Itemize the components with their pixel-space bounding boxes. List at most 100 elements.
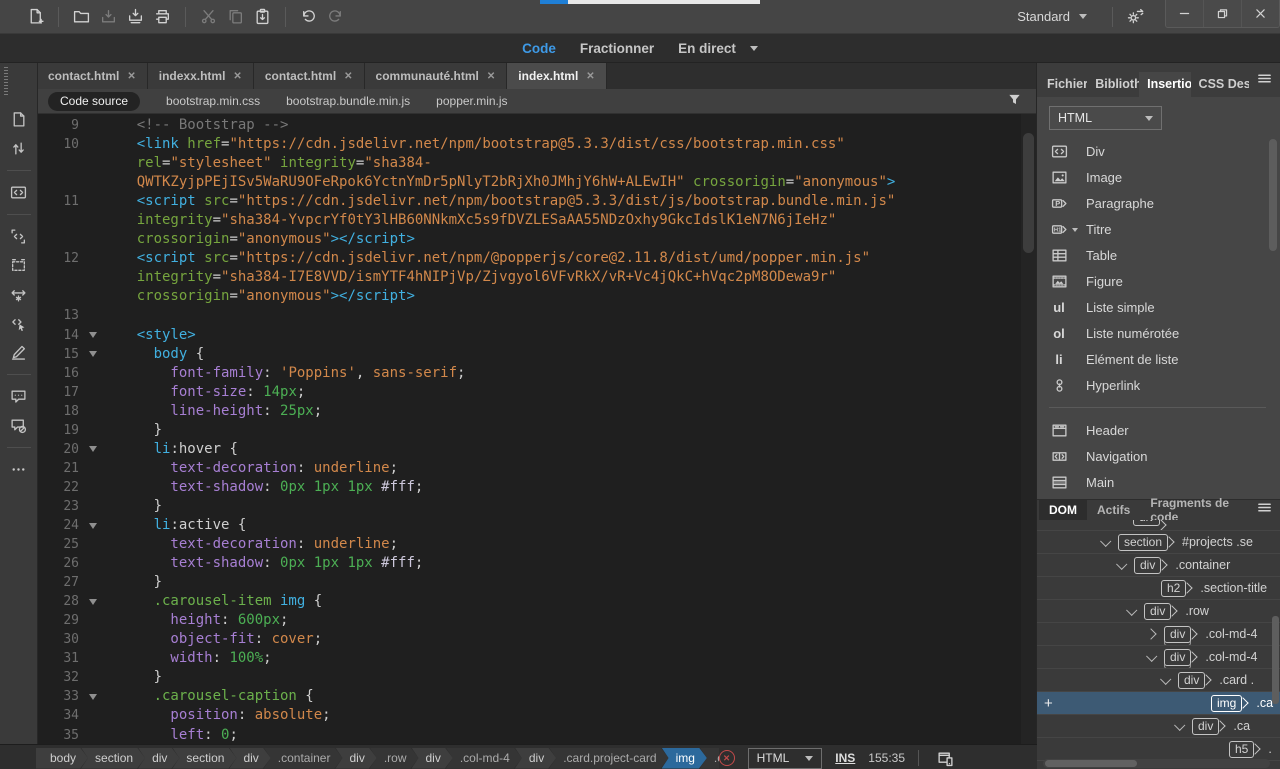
code-line[interactable]: rel="stylesheet" integrity="sha384- [37, 154, 1021, 173]
dom-node-img[interactable]: +img.ca [1037, 692, 1280, 715]
restore-icon[interactable] [1203, 0, 1241, 27]
insert-item-header[interactable]: Header [1049, 417, 1280, 443]
workspace-switcher[interactable]: Standard [1001, 0, 1103, 33]
code-line[interactable]: 24 li:active { [37, 516, 1021, 535]
view-mode-fractionner[interactable]: Fractionner [580, 41, 654, 56]
insert-item-title[interactable]: H1Titre [1049, 216, 1280, 242]
tag-selector-col-md-4[interactable]: .col-md-4 [446, 748, 522, 769]
dom-node-section[interactable]: section#projects .se [1037, 531, 1280, 554]
insert-item-hyperlink[interactable]: Hyperlink [1049, 372, 1280, 398]
code-view-icon[interactable] [4, 179, 34, 206]
insert-item-table[interactable]: Table [1049, 242, 1280, 268]
dom-node-div[interactable]: div.container [1037, 554, 1280, 577]
insert-item-navigation[interactable]: Navigation [1049, 443, 1280, 469]
code-line[interactable]: 18 line-height: 25px; [37, 402, 1021, 421]
panel-menu-icon[interactable] [1249, 65, 1280, 97]
editor-scrollbar-thumb[interactable] [1023, 133, 1034, 253]
save-all-icon[interactable] [122, 4, 149, 30]
dom-node-div[interactable]: div.col-md-4 [1037, 646, 1280, 669]
collapse-icon[interactable] [1174, 720, 1185, 731]
collapse-icon[interactable] [1116, 559, 1127, 570]
device-preview-icon[interactable] [932, 745, 959, 769]
insert-item-clipped[interactable] [1049, 495, 1280, 499]
code-line[interactable]: 16 font-family: 'Poppins', sans-serif; [37, 364, 1021, 383]
code-line[interactable]: 28 .carousel-item img { [37, 592, 1021, 611]
insert-item-main[interactable]: Main [1049, 469, 1280, 495]
code-line[interactable]: 11 <script src="https://cdn.jsdelivr.net… [37, 192, 1021, 211]
dom-node-h5[interactable]: h5. [1037, 738, 1280, 761]
close-tab-icon[interactable]: ✕ [127, 71, 135, 82]
insert-item-div[interactable]: Div [1049, 138, 1280, 164]
insert-item-ol[interactable]: olListe numérotée [1049, 320, 1280, 346]
go-to-code-icon[interactable] [4, 310, 34, 337]
related-file[interactable]: popper.min.js [436, 94, 507, 108]
upload-download-icon[interactable] [4, 135, 34, 162]
code-line[interactable]: 20 li:hover { [37, 440, 1021, 459]
more-tools-icon[interactable] [4, 456, 34, 483]
dom-node-div[interactable]: div [1037, 520, 1280, 531]
minimize-icon[interactable] [1166, 0, 1203, 27]
code-line[interactable]: 25 text-decoration: underline; [37, 535, 1021, 554]
dom-panel-tab-dom[interactable]: DOM [1039, 500, 1087, 520]
toolbar-grip[interactable] [4, 67, 8, 95]
code-line[interactable]: 10 <link href="https://cdn.jsdelivr.net/… [37, 135, 1021, 154]
sync-settings-icon[interactable] [1122, 4, 1149, 30]
collapse-icon[interactable] [1160, 674, 1171, 685]
collapse-icon[interactable] [1126, 605, 1137, 616]
cut-icon[interactable] [195, 4, 222, 30]
code-editor[interactable]: 9 <!-- Bootstrap -->10 <link href="https… [37, 114, 1036, 745]
code-fold-icon[interactable] [83, 326, 103, 345]
insert-item-figure[interactable]: Figure [1049, 268, 1280, 294]
close-icon[interactable] [1241, 0, 1279, 27]
doc-tab-4[interactable]: index.html✕ [507, 63, 606, 89]
dom-node-div[interactable]: div.ca [1037, 715, 1280, 738]
code-line[interactable]: 12 <script src="https://cdn.jsdelivr.net… [37, 249, 1021, 268]
panel-tab-fichiers[interactable]: Fichiers [1039, 72, 1087, 97]
code-fold-icon[interactable] [83, 592, 103, 611]
code-line[interactable]: 15 body { [37, 345, 1021, 364]
insert-item-li[interactable]: liElément de liste [1049, 346, 1280, 372]
error-icon[interactable]: ✕ [719, 750, 735, 766]
select-code-icon[interactable] [4, 252, 34, 279]
close-tab-icon[interactable]: ✕ [344, 71, 352, 82]
expand-icon[interactable] [1145, 628, 1156, 639]
dom-panel-tab-actifs[interactable]: Actifs [1087, 500, 1140, 520]
code-line[interactable]: 33 .carousel-caption { [37, 687, 1021, 706]
paste-icon[interactable] [249, 4, 276, 30]
close-tab-icon[interactable]: ✕ [233, 71, 241, 82]
panel-tab-css-desig[interactable]: CSS Desig [1191, 72, 1249, 97]
dom-node-div[interactable]: div.col-md-4 [1037, 623, 1280, 646]
code-line[interactable]: 31 width: 100%; [37, 649, 1021, 668]
editor-scrollbar-track[interactable] [1021, 114, 1036, 745]
redo-icon[interactable] [322, 4, 349, 30]
close-tab-icon[interactable]: ✕ [586, 71, 594, 82]
tag-selector-container[interactable]: .container [264, 748, 343, 769]
code-line[interactable]: 34 position: absolute; [37, 706, 1021, 725]
code-line[interactable]: 29 height: 600px; [37, 611, 1021, 630]
tag-selector-body[interactable]: body [36, 748, 88, 769]
file-management-icon[interactable] [4, 106, 34, 133]
code-line[interactable]: 22 text-shadow: 0px 1px 1px #fff; [37, 478, 1021, 497]
dom-node-div[interactable]: div.row [1037, 600, 1280, 623]
tag-selector-row[interactable]: .row [370, 748, 419, 769]
doc-tab-1[interactable]: indexx.html✕ [148, 63, 254, 89]
doc-tab-2[interactable]: contact.html✕ [254, 63, 365, 89]
panel-tab-bibliothè[interactable]: Bibliothè [1087, 72, 1139, 97]
syntax-mode-select[interactable]: HTML [748, 748, 823, 769]
code-line[interactable]: 30 object-fit: cover; [37, 630, 1021, 649]
code-fold-icon[interactable] [83, 516, 103, 535]
dom-node-h2[interactable]: h2.section-title [1037, 577, 1280, 600]
open-file-icon[interactable] [68, 4, 95, 30]
apply-comment-icon[interactable] [4, 383, 34, 410]
chevron-down-icon[interactable] [750, 46, 758, 51]
code-line[interactable]: integrity="sha384-YvpcrYf0tY3lHB60NNkmXc… [37, 211, 1021, 230]
code-line[interactable]: crossorigin="anonymous"></script> [37, 230, 1021, 249]
wrap-tag-icon[interactable] [4, 281, 34, 308]
code-line[interactable]: 23 } [37, 497, 1021, 516]
code-line[interactable]: 17 font-size: 14px; [37, 383, 1021, 402]
dom-hscrollbar-thumb[interactable] [1045, 760, 1137, 767]
code-line[interactable]: 21 text-decoration: underline; [37, 459, 1021, 478]
dom-scrollbar-thumb[interactable] [1272, 616, 1279, 704]
tag-selector-cardproject-card[interactable]: .card.project-card [549, 748, 668, 769]
tag-selector-section[interactable]: section [172, 748, 236, 769]
